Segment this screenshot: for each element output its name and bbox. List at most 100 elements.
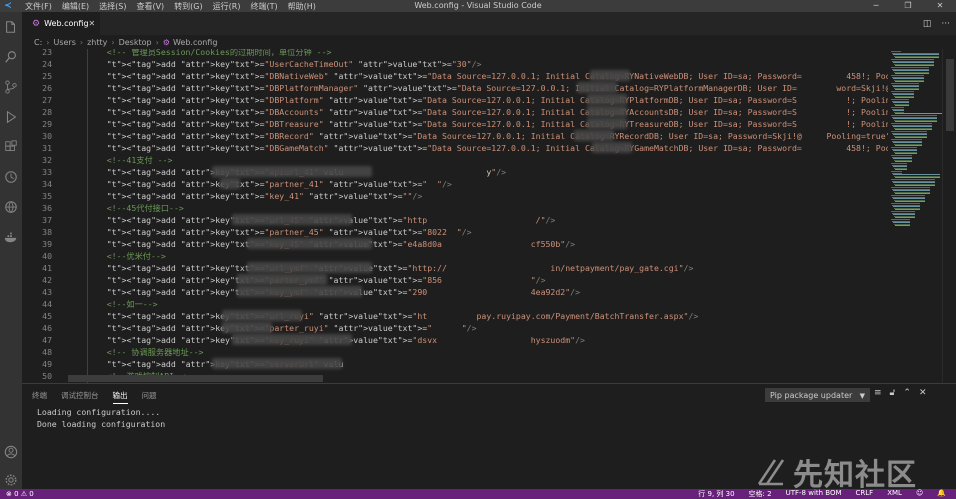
menu-go[interactable]: 转到(G) [169, 1, 207, 12]
tab-web-config[interactable]: ⚙ Web.config ✕ [22, 12, 100, 35]
remote-explorer-icon[interactable] [0, 192, 22, 222]
problems-status[interactable]: ⊗ 0 ⚠ 0 [6, 490, 34, 498]
line-ending[interactable]: CRLF [856, 489, 874, 499]
line-number: 40 [42, 251, 52, 261]
clear-output-icon[interactable]: ≡ [874, 388, 882, 398]
more-actions-icon[interactable]: ··· [941, 19, 950, 29]
code-line: 32 <!--41支付 --> [22, 154, 888, 166]
chevron-right-icon: › [155, 37, 159, 47]
tab-debug-console[interactable]: 调试控制台 [61, 390, 99, 404]
docker-icon[interactable] [0, 222, 22, 252]
code-line: 39 "t"><"tag">add "attr">key"txt">="key_… [22, 238, 888, 250]
watermark-logo-icon [757, 459, 785, 486]
indent-guide [87, 49, 88, 383]
line-code: "t"><"tag">add "attr">key"txt">="key_41"… [106, 191, 423, 201]
timeline-icon[interactable] [0, 162, 22, 192]
line-number: 44 [42, 299, 52, 309]
code-line: 43 "t"><"tag">add "attr">key"txt">="key_… [22, 286, 888, 298]
close-tab-icon[interactable]: ✕ [89, 19, 96, 28]
close-window-button[interactable]: ✕ [924, 0, 956, 12]
menu-edit[interactable]: 编辑(E) [57, 1, 94, 12]
tab-terminal[interactable]: 终端 [32, 390, 47, 404]
breadcrumb-item[interactable]: Users [53, 38, 75, 47]
code-line: 34 "t"><"tag">add "attr">key"txt">="part… [22, 178, 888, 190]
account-icon[interactable] [0, 437, 22, 467]
line-code: "t"><"tag">add "attr">key"txt">="DBNativ… [106, 71, 888, 81]
xml-file-icon: ⚙ [32, 18, 41, 29]
menu-selection[interactable]: 选择(S) [94, 1, 131, 12]
cursor-position[interactable]: 行 9, 列 30 [698, 489, 734, 499]
indentation[interactable]: 空格: 2 [749, 489, 772, 499]
line-number: 45 [42, 311, 52, 321]
feedback-icon[interactable]: ☺ [916, 489, 923, 499]
code-editor[interactable]: 50 <!--游戏控制API-->49 "t"><"tag">add "attr… [22, 49, 888, 383]
close-panel-icon[interactable]: ✕ [919, 388, 927, 398]
minimap[interactable] [888, 49, 942, 383]
line-number: 41 [42, 263, 52, 273]
output-line: Done loading configuration [37, 419, 166, 429]
code-line: 35 "t"><"tag">add "attr">key"txt">="key_… [22, 190, 888, 202]
code-line: 25 "t"><"tag">add "attr">key"txt">="DBNa… [22, 70, 888, 82]
source-control-icon[interactable] [0, 72, 22, 102]
lock-scroll-icon[interactable]: 🔓︎ [890, 388, 896, 398]
menu-run[interactable]: 运行(R) [208, 1, 246, 12]
notifications-icon[interactable]: 🔔 [937, 489, 946, 499]
line-number: 38 [42, 227, 52, 237]
code-line: 24 "t"><"tag">add "attr">key"txt">="User… [22, 58, 888, 70]
line-number: 30 [42, 131, 52, 141]
tab-output[interactable]: 输出 [112, 390, 128, 404]
breadcrumb-item[interactable]: zhtty [87, 38, 107, 47]
code-line: 26 "t"><"tag">add "attr">key"txt">="DBPl… [22, 82, 888, 94]
scrollbar-thumb[interactable] [946, 59, 954, 131]
breadcrumb-item[interactable]: Web.config [173, 38, 217, 47]
breadcrumb-item[interactable]: Desktop [119, 38, 152, 47]
activity-bar [0, 12, 22, 489]
redaction-blur [212, 166, 372, 177]
output-channel-select[interactable]: Pip package updater ▼ [765, 388, 870, 402]
line-number: 36 [42, 203, 52, 213]
line-number: 26 [42, 83, 52, 93]
status-bar: ⊗ 0 ⚠ 0 行 9, 列 30 空格: 2 UTF-8 with BOM C… [0, 489, 956, 499]
encoding[interactable]: UTF-8 with BOM [786, 489, 842, 499]
code-line: 41 "t"><"tag">add "attr">key"txt">="url_… [22, 262, 888, 274]
panel-tabs: 终端 调试控制台 输出 问题 [32, 390, 157, 404]
menu-terminal[interactable]: 终端(T) [245, 1, 282, 12]
maximize-panel-icon[interactable]: ⌃ [903, 388, 911, 398]
line-number: 24 [42, 59, 52, 69]
search-icon[interactable] [0, 42, 22, 72]
horizontal-scrollbar[interactable] [68, 375, 323, 382]
maximize-button[interactable]: ❐ [892, 0, 924, 12]
watermark-text: 先知社区 [793, 458, 917, 493]
menu-file[interactable]: 文件(F) [20, 1, 57, 12]
menu-view[interactable]: 查看(V) [131, 1, 169, 12]
output-channel-value: Pip package updater [770, 391, 853, 400]
line-code: "t"><"tag">add "attr">key"txt">="parter_… [106, 323, 477, 333]
line-number: 37 [42, 215, 52, 225]
line-code: "t"><"tag">add "attr">key"txt">="partner… [106, 179, 452, 189]
minimize-button[interactable]: ─ [860, 0, 892, 12]
language-mode[interactable]: XML [887, 489, 902, 499]
vertical-scrollbar[interactable] [942, 49, 956, 383]
menu-help[interactable]: 帮助(H) [283, 1, 321, 12]
redaction-blur [590, 70, 630, 81]
redaction-blur [237, 286, 362, 297]
extensions-icon[interactable] [0, 132, 22, 162]
line-number: 48 [42, 347, 52, 357]
redaction-blur [232, 214, 352, 225]
tab-problems[interactable]: 问题 [142, 390, 157, 404]
split-editor-icon[interactable]: ◫ [923, 19, 932, 29]
line-code: "t"><"tag">add "attr">key"txt">="partner… [106, 227, 472, 237]
line-code: <!--如一--> [87, 299, 158, 309]
breadcrumb-item[interactable]: C: [34, 38, 42, 47]
line-number: 39 [42, 239, 52, 249]
redaction-blur [212, 358, 342, 369]
output-log: Loading configuration.... Done loading c… [37, 406, 165, 430]
run-debug-icon[interactable] [0, 102, 22, 132]
line-number: 28 [42, 107, 52, 117]
line-code: "t"><"tag">add "attr">key"txt">="url_ymf… [106, 263, 694, 273]
explorer-icon[interactable] [0, 12, 22, 42]
line-number: 50 [42, 371, 52, 381]
code-line: 30 "t"><"tag">add "attr">key"txt">="DBRe… [22, 130, 888, 142]
line-code: "t"><"tag">add "attr">key"txt">="DBPlatf… [106, 95, 888, 105]
redaction-blur [574, 130, 614, 141]
